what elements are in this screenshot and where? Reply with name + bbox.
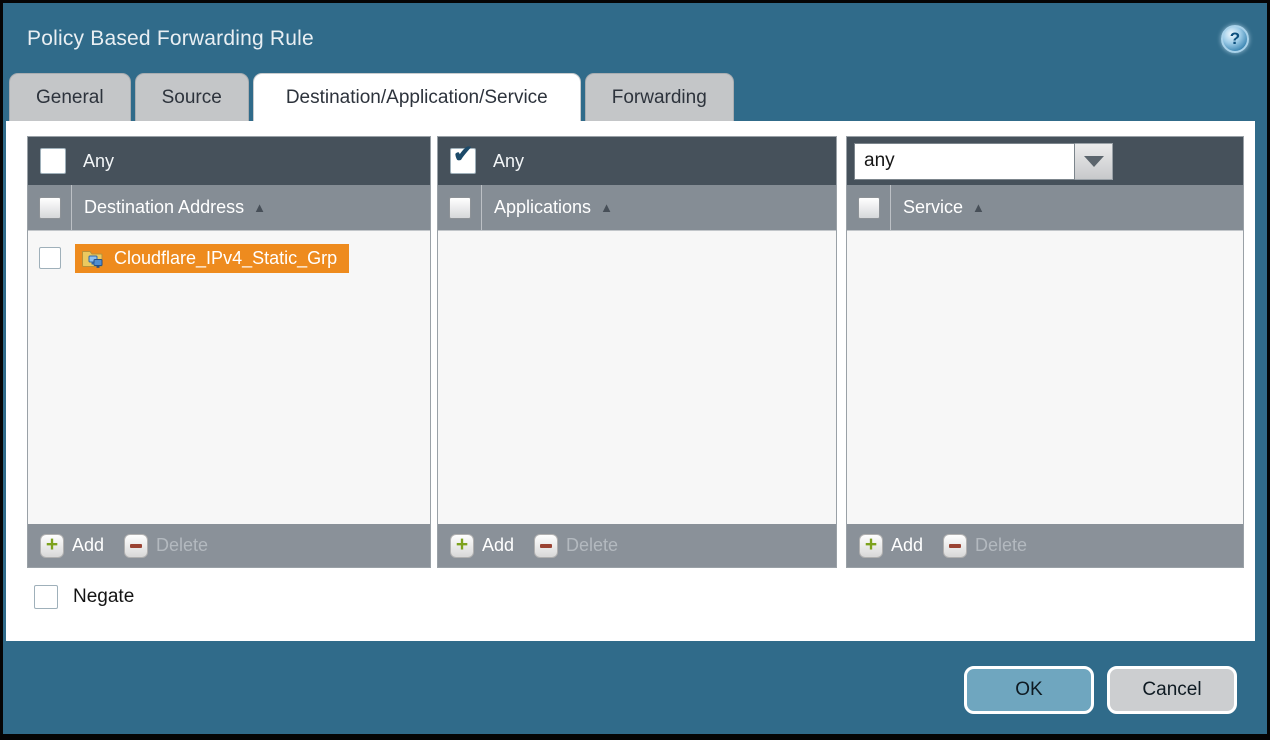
delete-icon: [534, 534, 558, 558]
destination-any-bar: Any: [28, 137, 430, 185]
address-group-icon: [81, 248, 106, 269]
ok-button[interactable]: OK: [964, 666, 1094, 714]
service-dropdown-button[interactable]: [1075, 143, 1113, 180]
service-list: [847, 231, 1243, 524]
delete-button-label: Delete: [566, 535, 618, 556]
service-footer-bar: + Add Delete: [847, 524, 1243, 567]
dialog-title: Policy Based Forwarding Rule: [27, 27, 314, 51]
add-button-label: Add: [482, 535, 514, 556]
applications-select-all-checkbox[interactable]: [449, 197, 471, 219]
negate-label: Negate: [73, 586, 134, 608]
title-bar: Policy Based Forwarding Rule ?: [3, 3, 1267, 67]
table-row: Cloudflare_IPv4_Static_Grp: [28, 240, 430, 276]
service-column: any Service ▲ +: [846, 136, 1244, 568]
destination-address-entry[interactable]: Cloudflare_IPv4_Static_Grp: [75, 244, 349, 273]
applications-column-header[interactable]: Applications ▲: [438, 185, 836, 231]
applications-any-bar: ✔ Any: [438, 137, 836, 185]
service-any-bar: any: [847, 137, 1243, 185]
delete-icon: [124, 534, 148, 558]
service-add-button[interactable]: + Add: [859, 534, 923, 558]
service-header-checkbox-cell: [847, 185, 891, 230]
service-select-all-checkbox[interactable]: [858, 197, 880, 219]
applications-column: ✔ Any Applications ▲ + Add: [437, 136, 837, 568]
destination-select-all-checkbox[interactable]: [39, 197, 61, 219]
sort-asc-icon: ▲: [253, 200, 266, 215]
help-icon[interactable]: ?: [1221, 25, 1249, 53]
add-icon: +: [450, 534, 474, 558]
applications-list: [438, 231, 836, 524]
tab-strip: General Source Destination/Application/S…: [9, 73, 734, 121]
tab-general[interactable]: General: [9, 73, 131, 121]
checkmark-icon: ✔: [453, 143, 473, 167]
destination-header-checkbox-cell: [28, 185, 72, 230]
add-icon: +: [40, 534, 64, 558]
delete-button-label: Delete: [975, 535, 1027, 556]
service-dropdown[interactable]: any: [854, 143, 1113, 180]
service-column-header[interactable]: Service ▲: [847, 185, 1243, 231]
destination-any-label: Any: [83, 151, 114, 172]
add-button-label: Add: [72, 535, 104, 556]
tab-source[interactable]: Source: [135, 73, 249, 121]
chevron-down-icon: [1084, 156, 1104, 167]
tab-forwarding[interactable]: Forwarding: [585, 73, 734, 121]
applications-delete-button[interactable]: Delete: [534, 534, 618, 558]
cancel-button[interactable]: Cancel: [1107, 666, 1237, 714]
applications-header-checkbox-cell: [438, 185, 482, 230]
destination-delete-button[interactable]: Delete: [124, 534, 208, 558]
columns-container: Any Destination Address ▲: [27, 136, 1255, 568]
service-header-label: Service: [903, 197, 963, 218]
add-button-label: Add: [891, 535, 923, 556]
applications-add-button[interactable]: + Add: [450, 534, 514, 558]
destination-footer-bar: + Add Delete: [28, 524, 430, 567]
add-icon: +: [859, 534, 883, 558]
negate-checkbox[interactable]: [34, 585, 58, 609]
sort-asc-icon: ▲: [972, 200, 985, 215]
applications-any-checkbox[interactable]: ✔: [450, 148, 476, 174]
tab-destination-application-service[interactable]: Destination/Application/Service: [253, 73, 581, 121]
row-checkbox[interactable]: [39, 247, 61, 269]
applications-any-label: Any: [493, 151, 524, 172]
applications-header-label: Applications: [494, 197, 591, 218]
negate-row: Negate: [27, 585, 1255, 609]
sort-asc-icon: ▲: [600, 200, 613, 215]
dialog-button-bar: OK Cancel: [964, 666, 1237, 714]
destination-header-label: Destination Address: [84, 197, 244, 218]
tab-content-panel: Any Destination Address ▲: [6, 121, 1255, 641]
destination-list: Cloudflare_IPv4_Static_Grp: [28, 231, 430, 524]
destination-add-button[interactable]: + Add: [40, 534, 104, 558]
policy-based-forwarding-dialog: Policy Based Forwarding Rule ? General S…: [0, 0, 1270, 740]
destination-any-checkbox[interactable]: [40, 148, 66, 174]
service-dropdown-value[interactable]: any: [854, 143, 1075, 180]
destination-address-column: Any Destination Address ▲: [27, 136, 431, 568]
destination-column-header[interactable]: Destination Address ▲: [28, 185, 430, 231]
delete-button-label: Delete: [156, 535, 208, 556]
destination-address-name: Cloudflare_IPv4_Static_Grp: [114, 248, 337, 269]
delete-icon: [943, 534, 967, 558]
applications-footer-bar: + Add Delete: [438, 524, 836, 567]
service-delete-button[interactable]: Delete: [943, 534, 1027, 558]
